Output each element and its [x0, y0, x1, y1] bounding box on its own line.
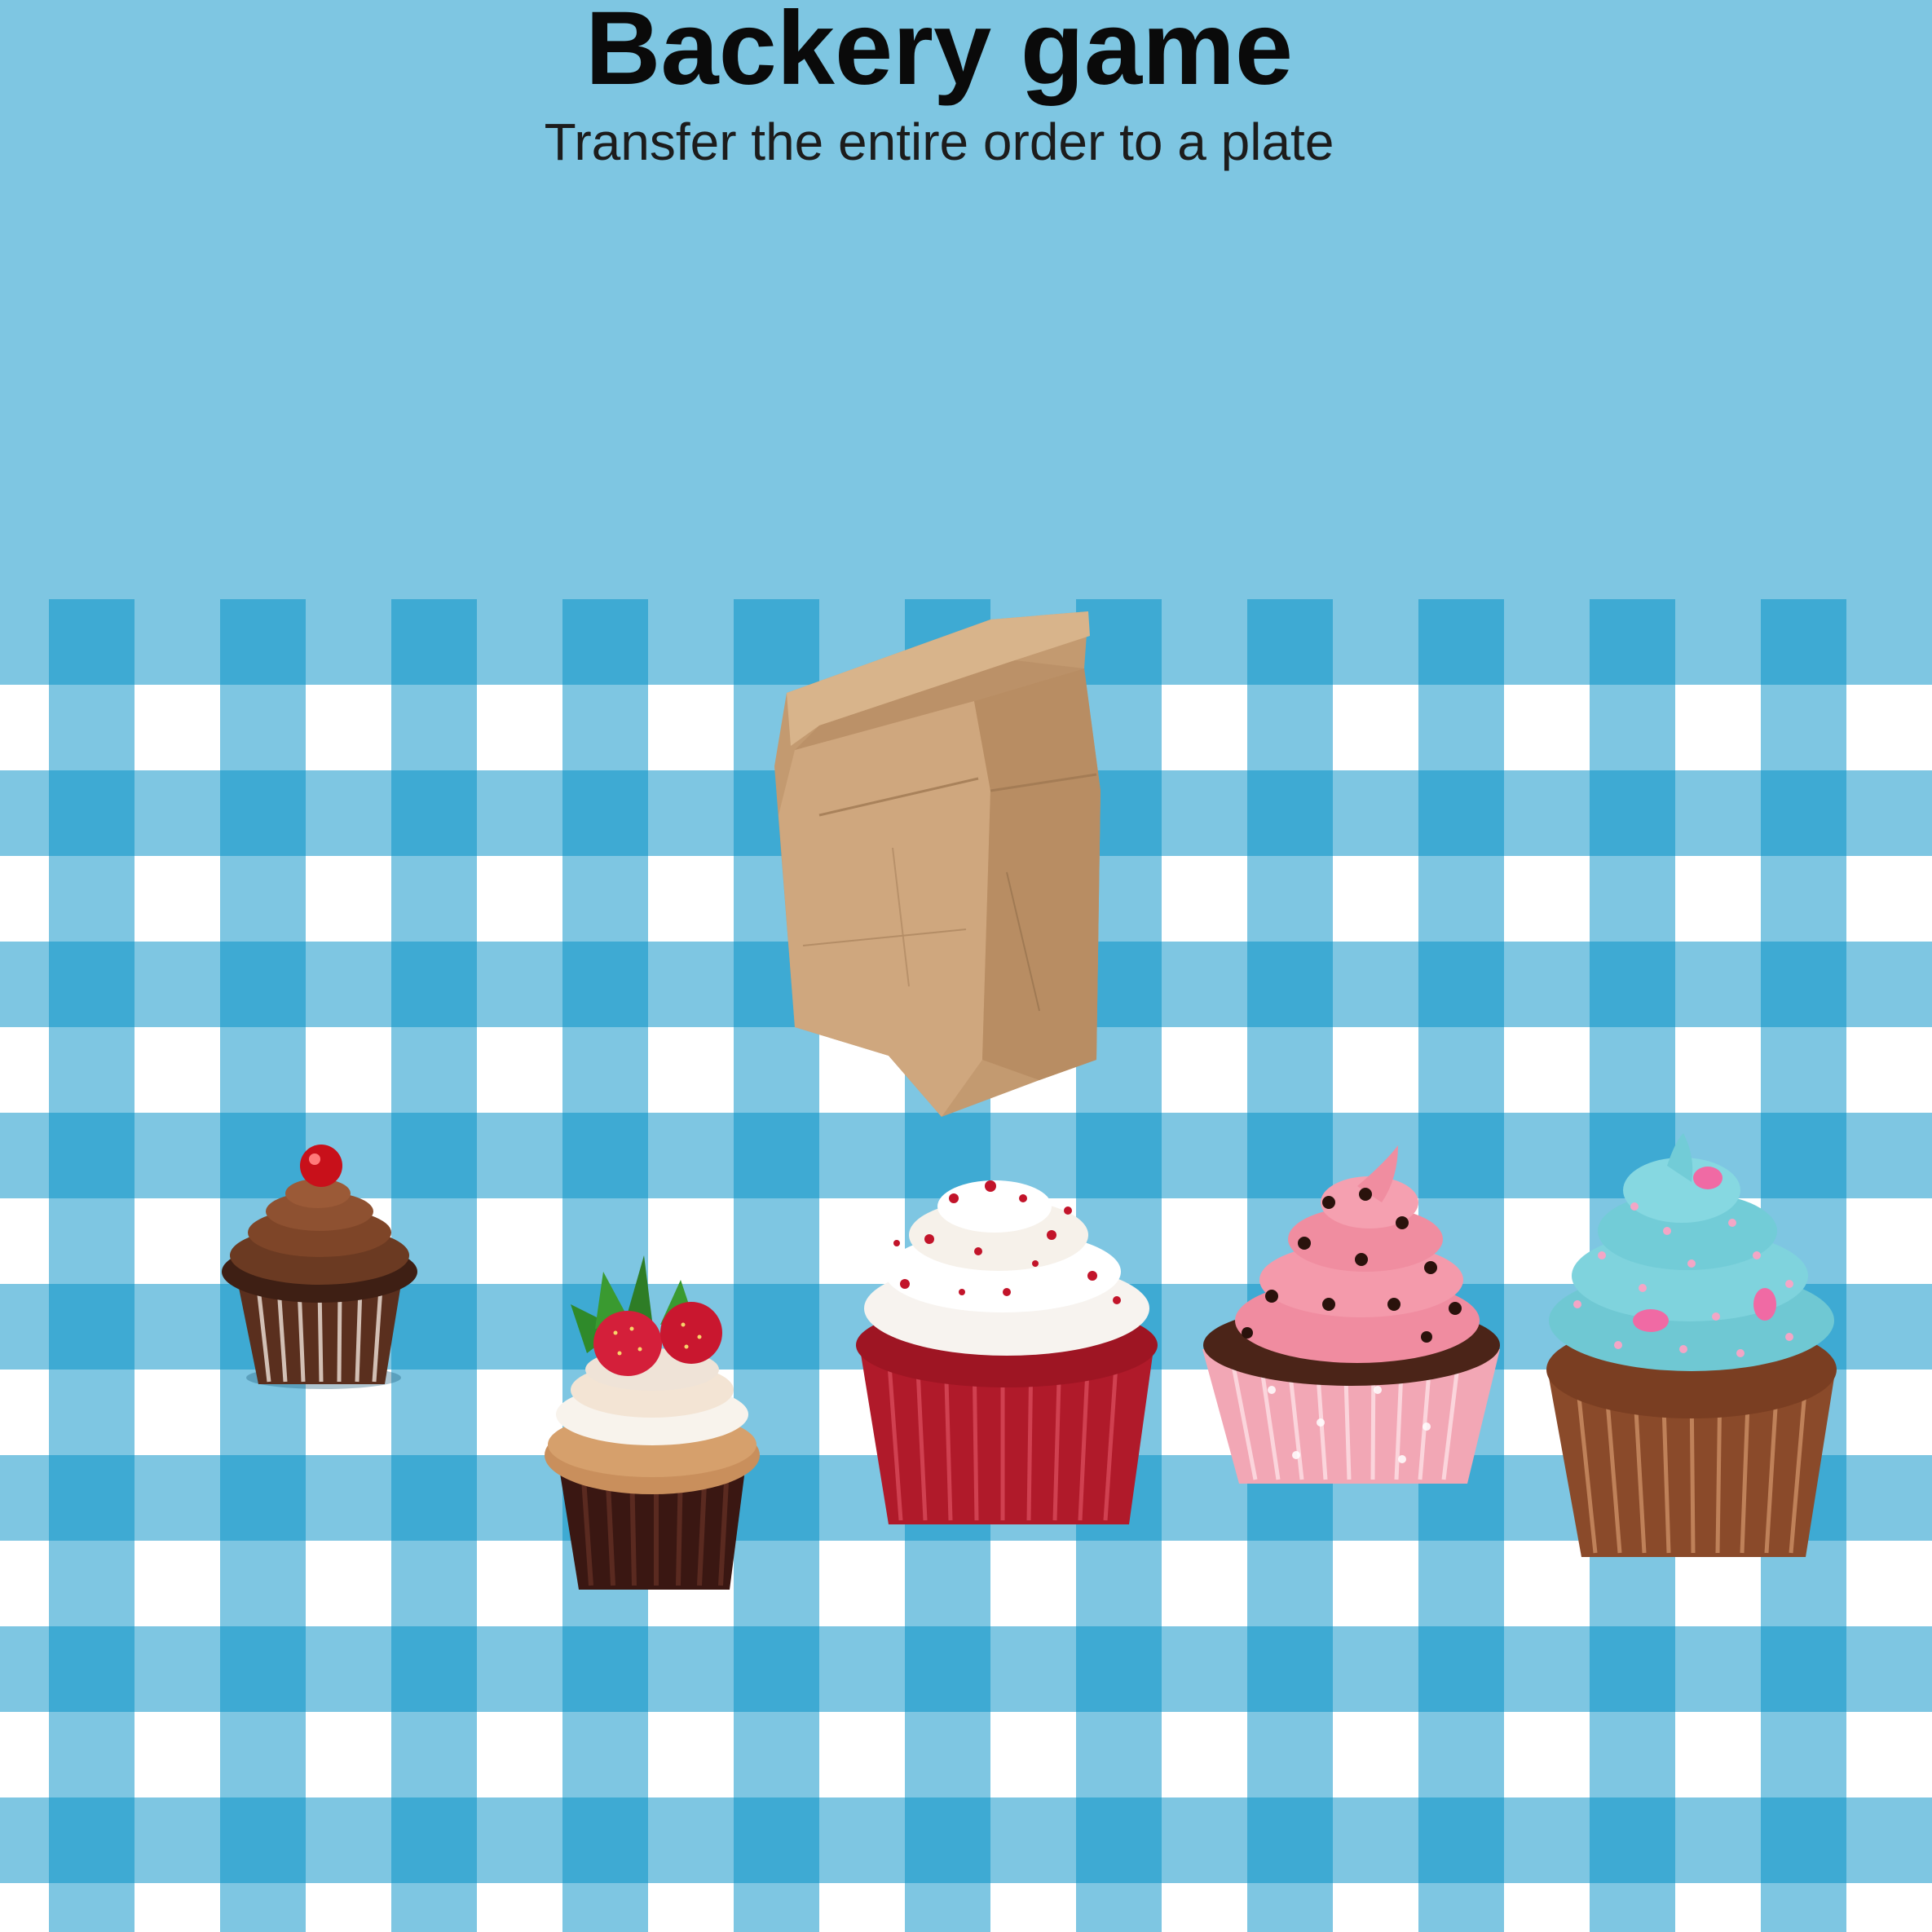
strawberry-cupcake[interactable] — [538, 1255, 766, 1594]
game-instruction: Transfer the entire order to a plate — [544, 112, 1334, 171]
blue-cupcake-icon — [1546, 1133, 1837, 1557]
game-title: Backery game — [584, 0, 1294, 107]
red-velvet-cupcake[interactable] — [848, 1162, 1162, 1528]
game-stage: Backery game Transfer the entire order t… — [0, 0, 1932, 1932]
paper-bag[interactable] — [770, 603, 1105, 1117]
paper-bag-icon — [774, 611, 1101, 1117]
pink-frosting-cupcake[interactable] — [1198, 1145, 1504, 1488]
red-velvet-cupcake-icon — [856, 1180, 1158, 1524]
blue-frosting-cupcake[interactable] — [1545, 1133, 1838, 1561]
chocolate-cupcake-icon — [222, 1145, 417, 1389]
pink-cupcake-icon — [1202, 1145, 1500, 1484]
chocolate-cherry-cupcake[interactable] — [214, 1141, 426, 1390]
strawberry-cupcake-icon — [545, 1255, 760, 1590]
